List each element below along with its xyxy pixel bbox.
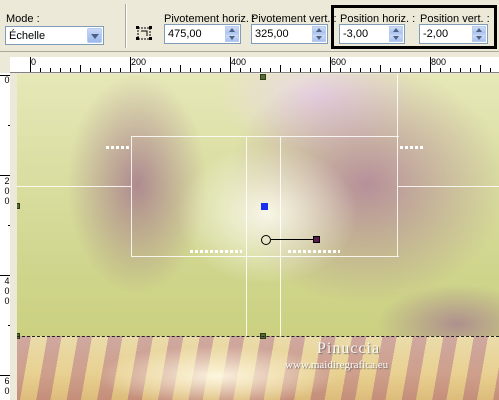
ruler-tick [440, 68, 441, 72]
ruler-tick [150, 68, 151, 72]
ruler-tick [100, 68, 101, 72]
top-center-handle[interactable] [260, 74, 266, 80]
ruler-tick [290, 68, 291, 72]
ruler-corner [0, 57, 10, 73]
guide-line [131, 136, 399, 137]
ruler-tick [50, 68, 51, 72]
guide-line [131, 256, 399, 257]
ruler-tick [480, 65, 481, 72]
ruler-tick [90, 68, 91, 72]
canvas-left-margin [10, 73, 17, 400]
ruler-tick [140, 68, 141, 72]
ruler-tick [400, 68, 401, 72]
chevron-down-icon[interactable] [87, 28, 102, 43]
ruler-tick [110, 68, 111, 72]
guide-line [397, 186, 499, 187]
spin-down-icon[interactable] [225, 34, 239, 42]
dotted-line [106, 146, 130, 149]
ruler-h-label: 400 [231, 57, 247, 67]
ruler-tick [230, 57, 231, 72]
pivot-horiz-input[interactable]: 475,00 [164, 24, 241, 44]
guide-line [280, 136, 281, 336]
ruler-h-label: 800 [431, 57, 447, 67]
ruler-tick [420, 68, 421, 72]
ruler-tick [250, 68, 251, 72]
spin-up-icon[interactable] [312, 26, 326, 34]
ruler-tick [160, 68, 161, 72]
left-center-handle[interactable] [17, 203, 20, 209]
rotation-arm [271, 239, 315, 240]
toolbar-separator [125, 4, 127, 48]
ruler-h-label: 0 [31, 57, 37, 67]
ruler-tick [260, 68, 261, 72]
ruler-tick [40, 68, 41, 72]
center-move-handle[interactable] [261, 203, 268, 210]
dotted-line [400, 146, 424, 149]
ruler-tick [80, 65, 81, 72]
toolbar: Mode : Échelle Pivotement horiz. : 475,0… [0, 0, 499, 52]
guide-line [397, 74, 398, 256]
ruler-tick [390, 68, 391, 72]
mode-select[interactable]: Échelle [5, 26, 104, 45]
pivot-horiz-value: 475,00 [168, 28, 202, 40]
ruler-tick [180, 65, 181, 72]
ruler-tick [490, 68, 491, 72]
ruler-tick [310, 68, 311, 72]
ruler-tick [450, 68, 451, 72]
ruler-tick [120, 68, 121, 72]
ruler-tick [220, 68, 221, 72]
ruler-tick [30, 57, 31, 72]
ruler-tick [60, 68, 61, 72]
mode-select-value: Échelle [9, 30, 46, 42]
rotation-handle[interactable] [313, 236, 320, 243]
ruler-tick [320, 68, 321, 72]
ruler-tick [370, 68, 371, 72]
watermark-url: www.maidiregrafica.eu [285, 359, 389, 371]
dotted-line [190, 250, 242, 253]
pivot-vert-value: 325,00 [255, 28, 289, 40]
guide-line [17, 186, 131, 187]
ruler-tick [300, 68, 301, 72]
watermark-name: Pinuccia [317, 340, 381, 357]
mode-label: Mode : [6, 13, 40, 25]
spin-up-icon[interactable] [225, 26, 239, 34]
ruler-tick [430, 57, 431, 72]
ruler-tick [340, 68, 341, 72]
pick-tool-icon[interactable] [134, 23, 154, 43]
ruler-h-label: 600 [331, 57, 347, 67]
pivot-vert-input[interactable]: 325,00 [251, 24, 328, 44]
dotted-line [288, 250, 340, 253]
rotation-pivot-handle[interactable] [261, 235, 271, 245]
ruler-tick [70, 68, 71, 72]
ruler-tick [240, 68, 241, 72]
ruler-tick [350, 68, 351, 72]
selection-border [17, 336, 499, 337]
spin-down-icon[interactable] [312, 34, 326, 42]
ruler-tick [380, 65, 381, 72]
ruler-tick [270, 68, 271, 72]
horizontal-ruler: 0 200 400 600 800 [10, 57, 499, 73]
ruler-tick [200, 68, 201, 72]
ruler-tick [170, 68, 171, 72]
ruler-tick [280, 65, 281, 72]
image-canvas[interactable]: Pinuccia www.maidiregrafica.eu [17, 74, 499, 400]
ruler-tick [410, 68, 411, 72]
guide-line [131, 136, 132, 256]
ruler-tick [130, 57, 131, 72]
ruler-tick [360, 68, 361, 72]
ruler-tick [330, 57, 331, 72]
ruler-h-label: 200 [131, 57, 147, 67]
ruler-tick [470, 68, 471, 72]
position-highlight-box [331, 5, 497, 49]
ruler-tick [210, 68, 211, 72]
guide-line [246, 136, 247, 336]
ruler-tick [190, 68, 191, 72]
canvas-floor-image [17, 336, 499, 400]
ruler-tick [460, 68, 461, 72]
